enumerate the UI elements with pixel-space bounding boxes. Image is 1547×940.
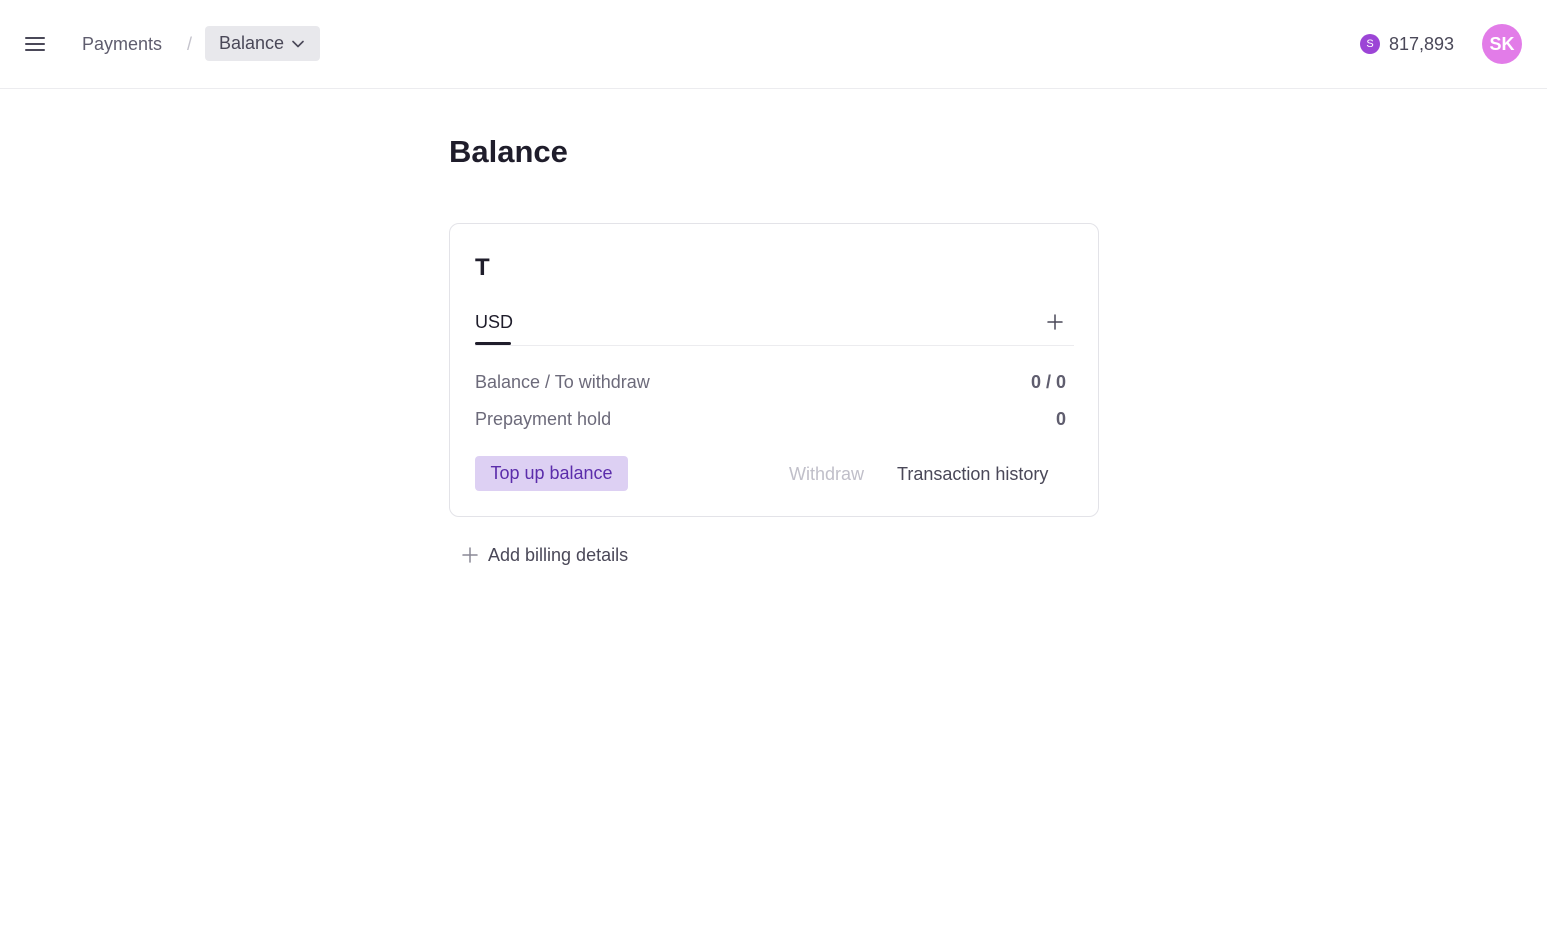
active-tab-indicator xyxy=(475,342,511,345)
balance-value: 0 / 0 xyxy=(1030,371,1066,392)
credits-value: 817,893 xyxy=(1389,33,1455,54)
add-billing-details-label: Add billing details xyxy=(488,544,629,565)
prepayment-hold-label: Prepayment hold xyxy=(475,408,612,429)
breadcrumb-separator: / xyxy=(187,34,193,54)
balance-row: Balance / To withdraw 0 / 0 xyxy=(475,370,1066,394)
hamburger-icon xyxy=(25,37,45,51)
coin-icon: S xyxy=(1360,34,1380,54)
menu-button[interactable] xyxy=(20,29,50,59)
breadcrumb-payments[interactable]: Payments xyxy=(82,31,162,57)
prepayment-hold-row: Prepayment hold 0 xyxy=(475,407,1066,431)
plus-icon xyxy=(1047,314,1063,330)
withdraw-button[interactable]: Withdraw xyxy=(789,462,864,486)
breadcrumb-balance-dropdown[interactable]: Balance xyxy=(205,26,320,61)
transaction-history-button[interactable]: Transaction history xyxy=(897,462,1048,486)
page-title: Balance xyxy=(449,134,568,169)
balance-label: Balance / To withdraw xyxy=(475,371,650,392)
plus-icon xyxy=(462,547,478,563)
prepayment-hold-value: 0 xyxy=(1055,408,1066,429)
balance-card-title: T xyxy=(475,254,490,281)
chevron-down-icon xyxy=(292,40,304,47)
top-bar: Payments / Balance S 817,893 SK xyxy=(0,0,1547,89)
credits-balance[interactable]: S 817,893 xyxy=(1360,31,1454,57)
tab-usd[interactable]: USD xyxy=(475,312,513,333)
add-billing-details-button[interactable]: Add billing details xyxy=(462,542,628,568)
balance-card: T USD Balance / To withdraw 0 / 0 Prepay… xyxy=(449,223,1099,517)
breadcrumb-current-label: Balance xyxy=(219,33,285,53)
currency-tabs: USD xyxy=(475,308,1074,346)
top-up-balance-button[interactable]: Top up balance xyxy=(475,456,628,491)
add-currency-button[interactable] xyxy=(1043,310,1067,334)
avatar[interactable]: SK xyxy=(1482,24,1522,64)
